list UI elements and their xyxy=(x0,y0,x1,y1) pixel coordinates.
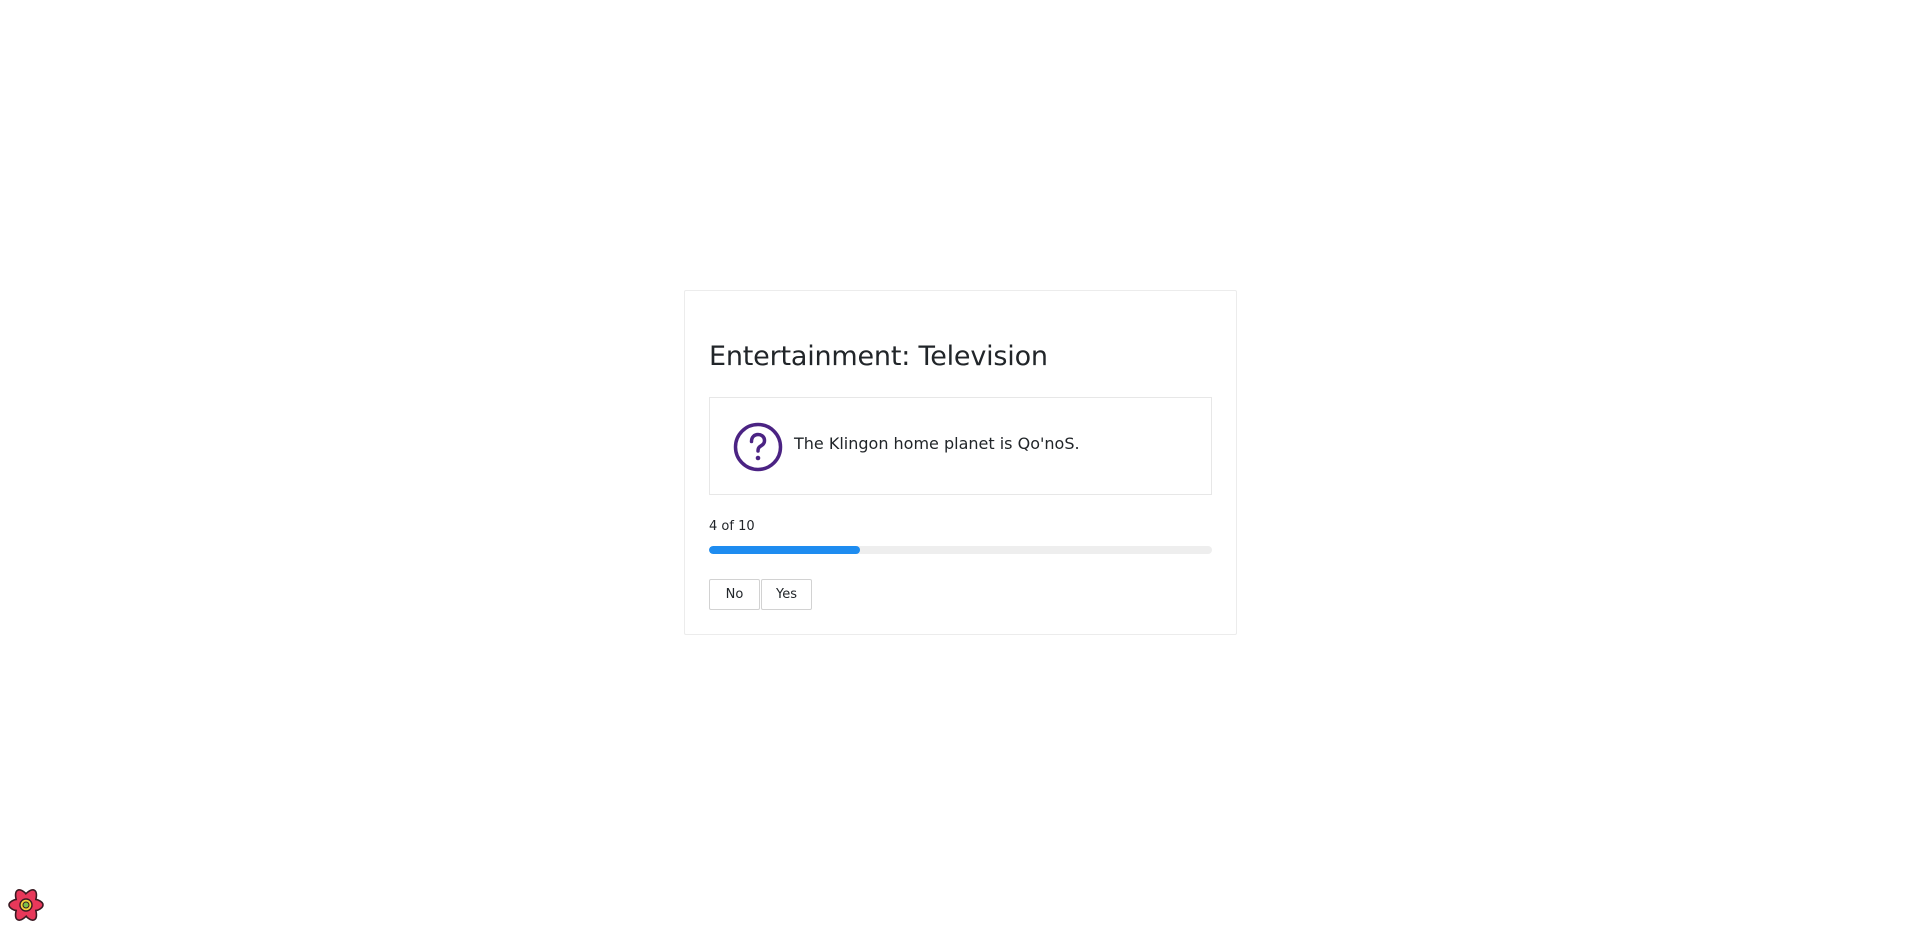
yes-button[interactable]: Yes xyxy=(761,579,812,610)
progress-bar xyxy=(709,546,1212,554)
question-circle-icon xyxy=(733,422,783,472)
question-box: The Klingon home planet is Qo'noS. xyxy=(709,397,1212,495)
page: Entertainment: Television The Klingon ho… xyxy=(0,0,1919,925)
category-title: Entertainment: Television xyxy=(709,341,1048,372)
progress-bar-fill xyxy=(709,546,860,554)
no-button[interactable]: No xyxy=(709,579,760,610)
answer-buttons: No Yes xyxy=(709,579,812,610)
question-text: The Klingon home planet is Qo'noS. xyxy=(794,434,1080,453)
quiz-card: Entertainment: Television The Klingon ho… xyxy=(684,290,1237,635)
react-devtools-logo-icon[interactable] xyxy=(6,885,46,925)
progress-label: 4 of 10 xyxy=(709,519,755,534)
